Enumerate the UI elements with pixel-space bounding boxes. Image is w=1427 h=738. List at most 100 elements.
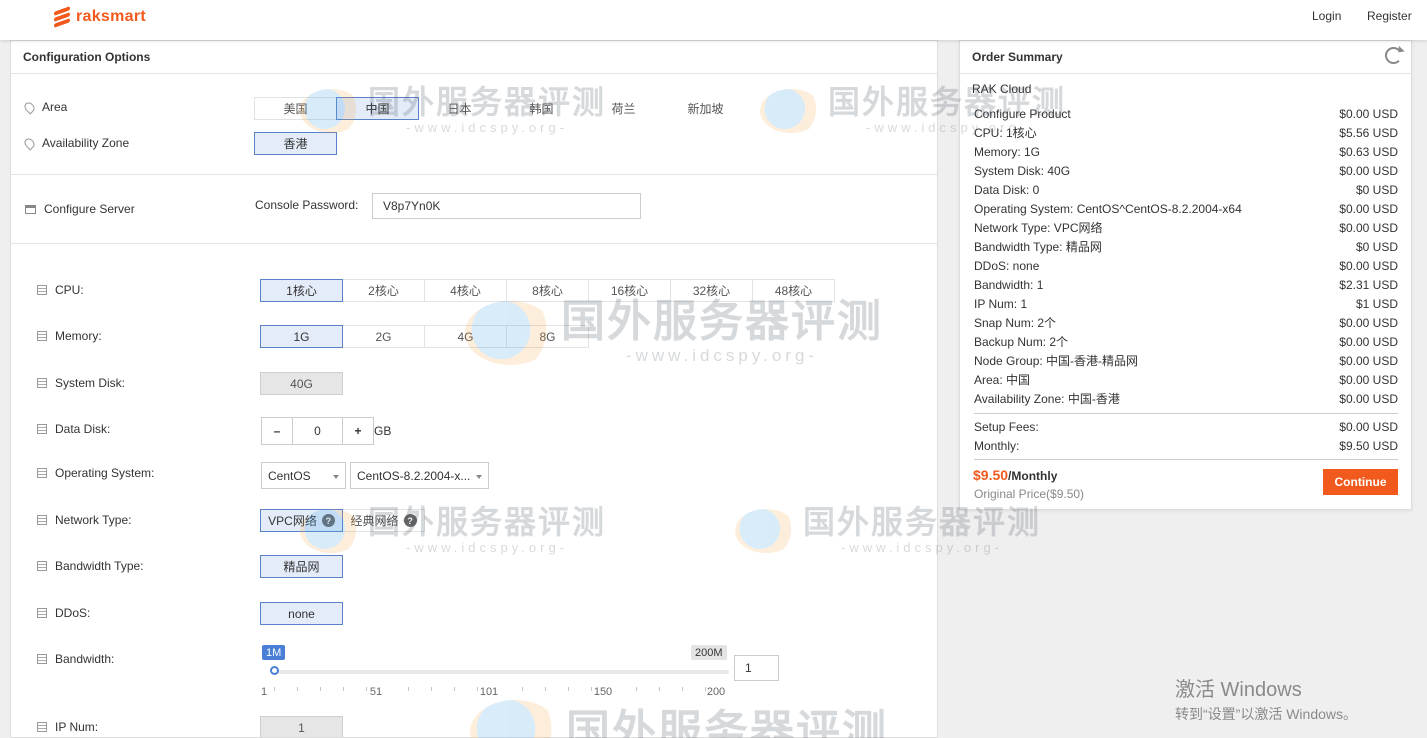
summary-row-price: $0.00 USD	[1339, 315, 1398, 330]
scale-tick	[408, 687, 409, 691]
bandwidth-scale-label: 1	[260, 686, 268, 698]
list-icon	[37, 468, 47, 478]
cpu-option-32[interactable]: 32核心	[670, 279, 753, 302]
cpu-option-4[interactable]: 4核心	[424, 279, 507, 302]
network-option-classic[interactable]: 经典网络 ?	[342, 509, 425, 532]
order-summary-panel: Order Summary RAK Cloud Configure Produc…	[959, 40, 1412, 510]
summary-row-label: CPU: 1核心	[974, 126, 1037, 140]
zone-option-hk[interactable]: 香港	[254, 132, 337, 155]
summary-row-label: DDoS: none	[974, 258, 1040, 273]
raksmart-logo-icon	[52, 6, 72, 28]
memory-option-2g[interactable]: 2G	[342, 325, 425, 348]
summary-row-label: Data Disk: 0	[974, 182, 1040, 197]
cpu-options: 1核心 2核心 4核心 8核心 16核心 32核心 48核心	[260, 279, 835, 302]
bandwidth-type-options: 精品网	[260, 555, 343, 578]
memory-label: Memory:	[37, 329, 102, 343]
data-disk-decrement-button[interactable]: –	[262, 418, 292, 444]
bandwidth-min-tag: 1M	[262, 645, 286, 660]
server-icon	[25, 204, 36, 214]
divider	[11, 174, 937, 175]
summary-row: Operating System: CentOS^CentOS-8.2.2004…	[974, 199, 1398, 218]
chevron-down-icon	[333, 475, 339, 479]
total-price: $9.50/Monthly	[973, 467, 1057, 483]
summary-row-label: Area: 中国	[974, 373, 1031, 387]
area-option-kr[interactable]: 韩国	[500, 97, 583, 120]
divider	[974, 413, 1398, 414]
cpu-option-16[interactable]: 16核心	[588, 279, 671, 302]
scale-tick	[366, 687, 367, 691]
console-password-label: Console Password:	[255, 198, 359, 212]
register-link[interactable]: Register	[1367, 9, 1412, 23]
data-disk-value[interactable]: 0	[292, 418, 343, 444]
summary-row: Availability Zone: 中国-香港 $0.00 USD	[974, 389, 1398, 408]
ip-num-options: 1	[260, 716, 343, 737]
scale-tick	[659, 687, 660, 691]
order-summary-title: Order Summary	[972, 50, 1063, 64]
area-option-nl[interactable]: 荷兰	[582, 97, 665, 120]
data-disk-stepper: – 0 +	[261, 417, 374, 445]
zone-label: Availability Zone	[22, 135, 129, 151]
summary-row: Backup Num: 2个 $0.00 USD	[974, 332, 1398, 351]
continue-button[interactable]: Continue	[1323, 469, 1398, 495]
scale-tick	[568, 687, 569, 691]
bandwidth-input[interactable]	[734, 655, 779, 681]
summary-row-label: Memory: 1G	[974, 144, 1041, 159]
memory-option-4g[interactable]: 4G	[424, 325, 507, 348]
cpu-option-2[interactable]: 2核心	[342, 279, 425, 302]
summary-row-label: Network Type: VPC网络	[974, 221, 1103, 235]
configuration-panel: Configuration Options Area 美国 中国 日本 韩国 荷…	[10, 40, 938, 738]
brand-logo[interactable]: raksmart	[52, 6, 146, 28]
summary-row: DDoS: none $0.00 USD	[974, 256, 1398, 275]
scale-tick	[682, 687, 683, 691]
area-option-jp[interactable]: 日本	[418, 97, 501, 120]
summary-row-price: $0 USD	[1355, 239, 1398, 254]
top-navbar: raksmart Login Register	[0, 0, 1427, 40]
summary-row: Snap Num: 2个 $0.00 USD	[974, 313, 1398, 332]
list-icon	[37, 285, 47, 295]
help-icon[interactable]: ?	[403, 514, 417, 527]
login-link[interactable]: Login	[1312, 9, 1341, 23]
data-disk-increment-button[interactable]: +	[343, 418, 373, 444]
bandwidth-type-option[interactable]: 精品网	[260, 555, 343, 578]
summary-row-label: Configure Product	[974, 106, 1071, 121]
scale-tick	[454, 687, 455, 691]
cpu-option-1[interactable]: 1核心	[260, 279, 343, 302]
cpu-option-8[interactable]: 8核心	[506, 279, 589, 302]
summary-row-price: $0.00 USD	[1339, 353, 1398, 368]
summary-row-label: Bandwidth: 1	[974, 277, 1044, 292]
summary-row-price: $0.63 USD	[1339, 144, 1398, 159]
summary-row: Bandwidth Type: 精品网 $0 USD	[974, 237, 1398, 256]
location-pin-icon	[22, 99, 37, 115]
area-option-sg[interactable]: 新加坡	[664, 97, 747, 120]
bandwidth-slider-track[interactable]	[274, 670, 729, 674]
cpu-option-48[interactable]: 48核心	[752, 279, 835, 302]
scale-tick	[274, 687, 275, 691]
list-icon	[37, 515, 47, 525]
summary-product: RAK Cloud	[972, 81, 1032, 96]
system-disk-label: System Disk:	[37, 376, 125, 390]
memory-option-8g[interactable]: 8G	[506, 325, 589, 348]
network-option-vpc[interactable]: VPC网络 ?	[260, 509, 343, 532]
ddos-options: none	[260, 602, 343, 625]
os-family-select[interactable]: CentOS	[261, 462, 346, 489]
summary-row: Memory: 1G $0.63 USD	[974, 142, 1398, 161]
area-option-us[interactable]: 美国	[254, 97, 337, 120]
bandwidth-scale-label: 51	[369, 686, 383, 698]
list-icon	[37, 722, 47, 732]
area-option-cn[interactable]: 中国	[336, 97, 419, 120]
memory-option-1g[interactable]: 1G	[260, 325, 343, 348]
os-version-select[interactable]: CentOS-8.2.2004-x...	[350, 462, 489, 489]
system-disk-options: 40G	[260, 372, 343, 395]
summary-row-label: Operating System: CentOS^CentOS-8.2.2004…	[974, 201, 1242, 216]
refresh-icon[interactable]	[1385, 47, 1402, 64]
console-password-input[interactable]	[372, 193, 641, 219]
help-icon[interactable]: ?	[321, 514, 335, 527]
list-icon	[37, 608, 47, 618]
ddos-option[interactable]: none	[260, 602, 343, 625]
summary-setup-fees: Setup Fees: $0.00 USD	[974, 419, 1398, 434]
summary-row-price: $0 USD	[1355, 182, 1398, 197]
summary-row: Data Disk: 0 $0 USD	[974, 180, 1398, 199]
summary-monthly: Monthly: $9.50 USD	[974, 438, 1398, 453]
bandwidth-slider-handle[interactable]	[270, 666, 279, 675]
summary-row: Bandwidth: 1 $2.31 USD	[974, 275, 1398, 294]
